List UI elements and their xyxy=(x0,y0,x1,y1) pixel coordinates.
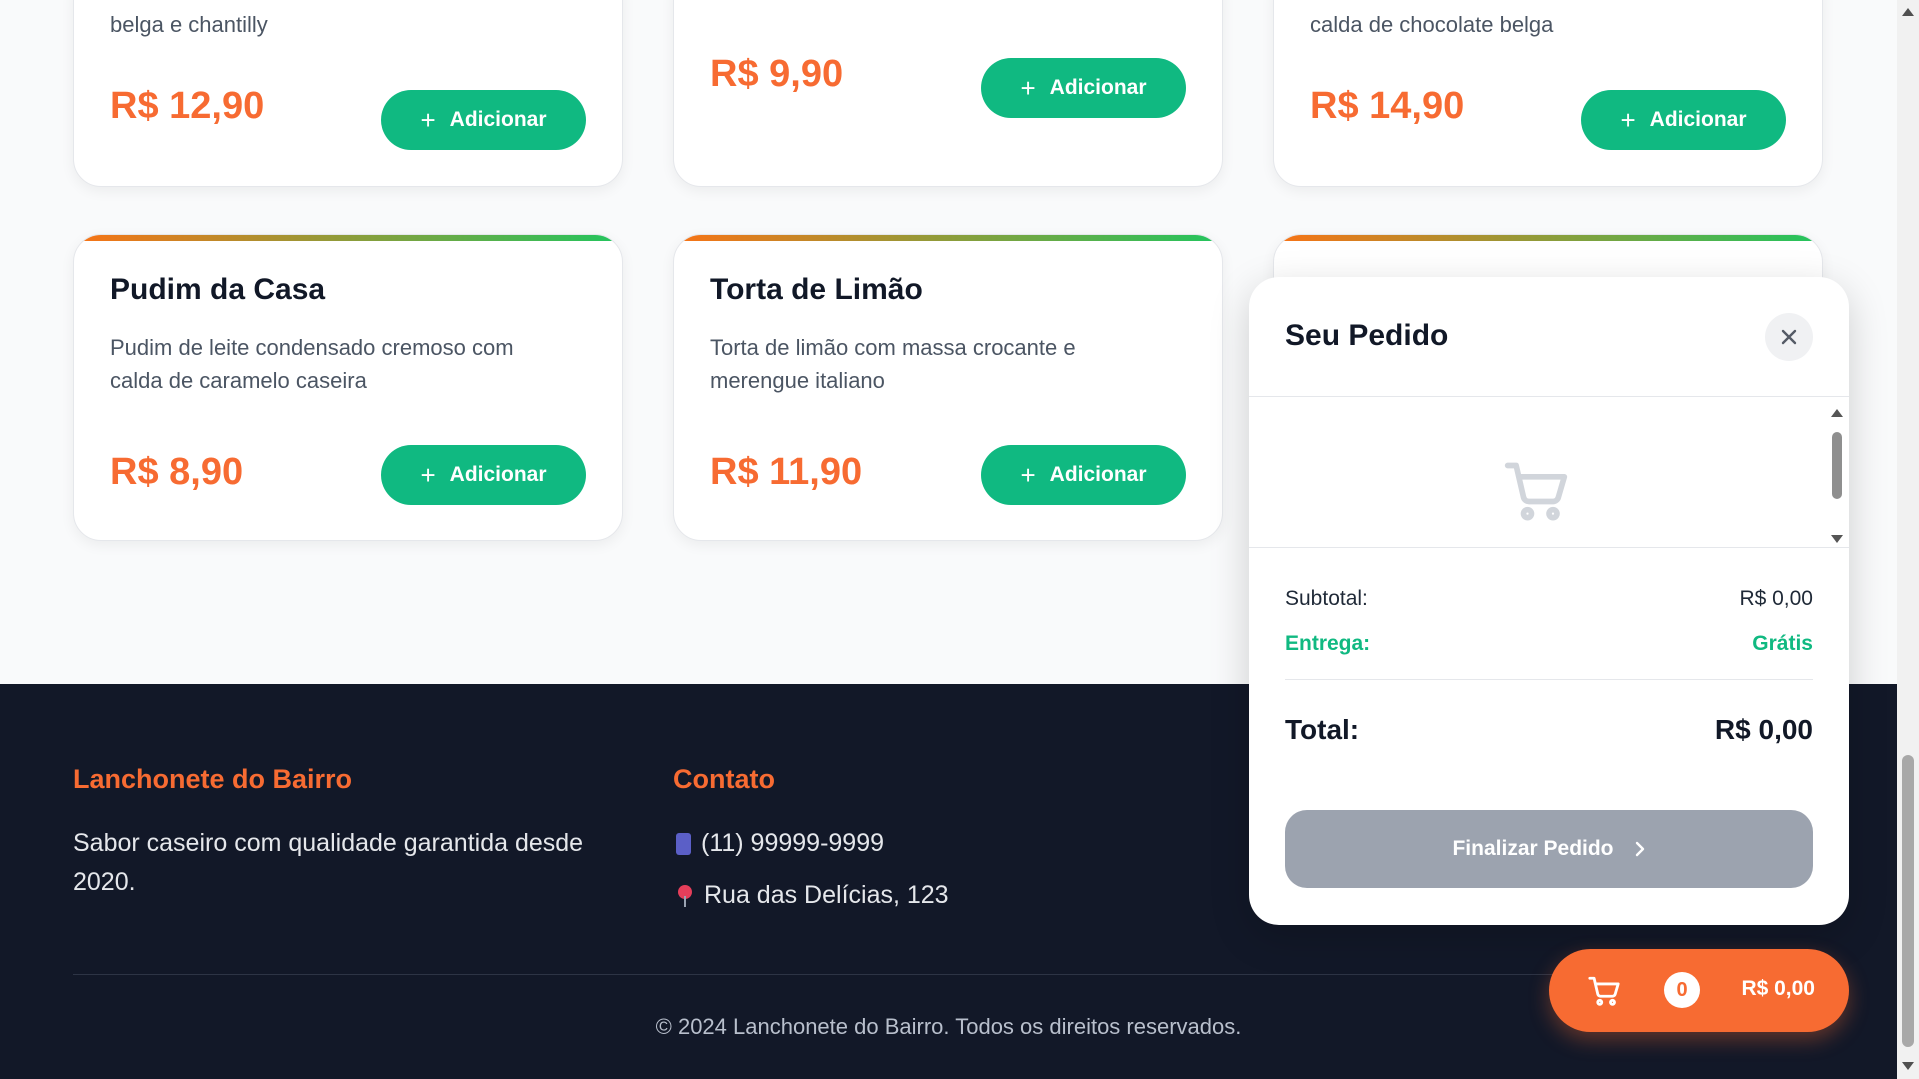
close-cart-button[interactable] xyxy=(1765,313,1813,361)
plus-icon: + xyxy=(420,105,436,135)
product-price: R$ 12,90 xyxy=(110,85,265,127)
product-card: Pudim da Casa Pudim de leite condensado … xyxy=(73,234,623,541)
product-description: Pudim de leite condensado cremoso com ca… xyxy=(110,335,514,393)
plus-icon: + xyxy=(420,460,436,490)
card-accent-bar xyxy=(1274,235,1822,241)
footer-address: Rua das Delícias, 123 xyxy=(676,876,949,915)
footer-contact-title: Contato xyxy=(673,764,775,794)
plus-icon: + xyxy=(1020,460,1036,490)
cart-panel-title: Seu Pedido xyxy=(1285,319,1449,352)
add-button-label: Adicionar xyxy=(1049,463,1147,486)
product-price: R$ 9,90 xyxy=(710,53,844,95)
scroll-up-arrow[interactable] xyxy=(1902,8,1914,16)
cart-icon xyxy=(1588,976,1620,1006)
cart-items-area[interactable] xyxy=(1249,397,1849,547)
add-button-label: Adicionar xyxy=(449,108,547,131)
chevron-right-icon xyxy=(1635,841,1644,857)
product-name: Pudim da Casa xyxy=(110,273,326,306)
total-value: R$ 0,00 xyxy=(1714,714,1813,745)
product-card: calda de chocolate belga R$ 14,90 + Adic… xyxy=(1273,0,1823,187)
footer-phone: (11) 99999-9999 xyxy=(676,824,884,863)
product-price: R$ 14,90 xyxy=(1310,85,1465,127)
floating-cart-button[interactable]: 0 R$ 0,00 xyxy=(1549,949,1849,1032)
product-price: R$ 11,90 xyxy=(710,451,863,493)
scroll-thumb[interactable] xyxy=(1902,755,1914,1047)
product-name: Torta de Limão xyxy=(710,273,923,306)
card-accent-bar xyxy=(674,235,1222,241)
pin-icon xyxy=(678,884,692,907)
product-card: Torta de Limão Torta de limão com massa … xyxy=(673,234,1223,541)
page-scrollbar[interactable] xyxy=(1897,0,1919,1079)
add-button[interactable]: + Adicionar xyxy=(381,445,586,505)
scroll-thumb[interactable] xyxy=(1832,432,1842,499)
scroll-down-arrow[interactable] xyxy=(1831,535,1843,543)
cart-count-badge: 0 xyxy=(1664,972,1700,1008)
cart-icon xyxy=(1504,462,1568,521)
scroll-up-arrow[interactable] xyxy=(1831,409,1843,417)
delivery-row: Entrega: Grátis xyxy=(1285,632,1813,656)
finalize-order-button[interactable]: Finalizar Pedido xyxy=(1285,810,1813,888)
footer-brand-title: Lanchonete do Bairro xyxy=(73,764,353,794)
card-accent-bar xyxy=(74,235,622,241)
add-button[interactable]: + Adicionar xyxy=(981,445,1186,505)
product-description: belga e chantilly xyxy=(110,12,268,37)
cart-panel: Seu Pedido Subtotal: R$ 0,00 Entrega: Gr… xyxy=(1249,277,1849,925)
phone-number: (11) 99999-9999 xyxy=(701,829,885,857)
finalize-label: Finalizar Pedido xyxy=(1452,837,1614,860)
close-icon xyxy=(1781,329,1797,345)
total-row: Total: R$ 0,00 xyxy=(1285,714,1813,746)
delivery-label: Entrega: xyxy=(1285,632,1371,655)
total-divider xyxy=(1285,679,1813,680)
product-description: calda de chocolate belga xyxy=(1310,12,1554,37)
subtotal-row: Subtotal: R$ 0,00 xyxy=(1285,587,1813,611)
add-button[interactable]: + Adicionar xyxy=(381,90,586,150)
footer-brand-text: Sabor caseiro com qualidade garantida de… xyxy=(73,829,584,896)
product-card: belga e chantilly R$ 12,90 + Adicionar xyxy=(73,0,623,187)
panel-divider xyxy=(1249,547,1849,548)
add-button-label: Adicionar xyxy=(1049,76,1147,99)
add-button[interactable]: + Adicionar xyxy=(981,58,1186,118)
plus-icon: + xyxy=(1020,73,1036,103)
subtotal-label: Subtotal: xyxy=(1285,587,1368,610)
product-card: R$ 9,90 + Adicionar xyxy=(673,0,1223,187)
address-text: Rua das Delícias, 123 xyxy=(704,881,949,909)
add-button-label: Adicionar xyxy=(1649,108,1747,131)
subtotal-value: R$ 0,00 xyxy=(1739,587,1813,610)
delivery-value: Grátis xyxy=(1752,632,1813,655)
phone-icon xyxy=(676,832,691,855)
add-button-label: Adicionar xyxy=(449,463,547,486)
scroll-down-arrow[interactable] xyxy=(1902,1062,1914,1070)
add-button[interactable]: + Adicionar xyxy=(1581,90,1786,150)
cart-items-scrollbar[interactable] xyxy=(1825,397,1849,547)
product-price: R$ 8,90 xyxy=(110,451,244,493)
total-label: Total: xyxy=(1285,714,1360,745)
product-description: Torta de limão com massa crocante e mere… xyxy=(710,335,1076,393)
cart-total: R$ 0,00 xyxy=(1741,977,1815,1000)
plus-icon: + xyxy=(1620,105,1636,135)
